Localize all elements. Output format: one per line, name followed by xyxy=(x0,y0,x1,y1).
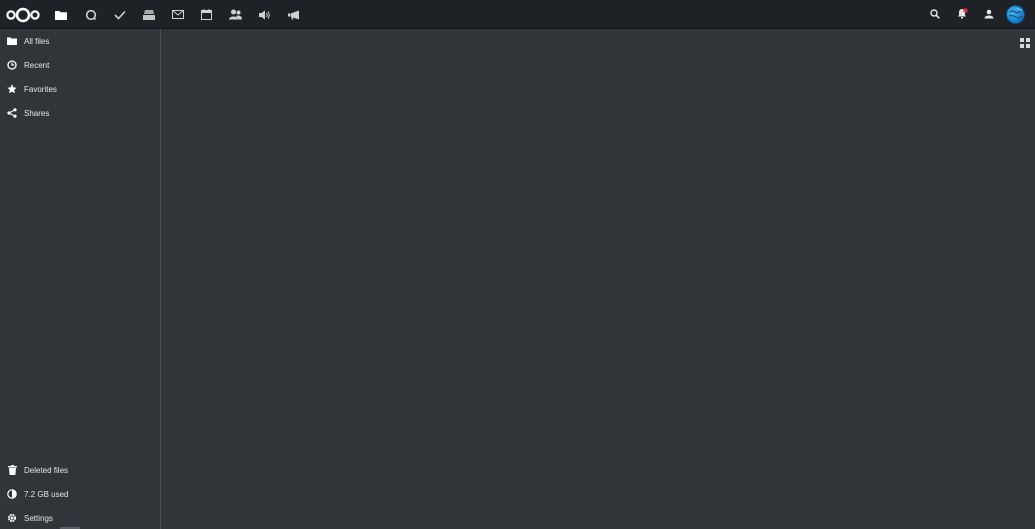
clock-icon xyxy=(6,59,18,71)
app-mail[interactable] xyxy=(163,0,192,29)
sidebar-item-label: Recent xyxy=(24,60,50,70)
sidebar-item-label: All files xyxy=(24,36,50,46)
app-talk[interactable] xyxy=(250,0,279,29)
trash-icon xyxy=(6,464,18,476)
sidebar-item-all-files[interactable]: All files xyxy=(0,30,160,52)
star-icon xyxy=(6,83,18,95)
sidebar-item-label: Favorites xyxy=(24,84,57,94)
grid-icon xyxy=(1020,35,1030,52)
app-tasks[interactable] xyxy=(105,0,134,29)
sidebar-item-shares[interactable]: Shares xyxy=(0,102,160,124)
app-navigation: All files Recent Favorites Shares Delete… xyxy=(0,29,161,529)
contacts-icon xyxy=(229,9,242,20)
search-icon xyxy=(930,6,940,24)
pie-chart-icon xyxy=(6,488,18,500)
activity-icon xyxy=(85,9,97,21)
sidebar-item-settings[interactable]: Settings xyxy=(0,507,160,529)
grid-view-toggle[interactable] xyxy=(1020,35,1030,48)
app-files[interactable] xyxy=(46,0,75,29)
app-contacts[interactable] xyxy=(221,0,250,29)
sidebar-item-recent[interactable]: Recent xyxy=(0,54,160,76)
files-main-content xyxy=(161,29,1035,529)
share-icon xyxy=(6,107,18,119)
app-deck[interactable] xyxy=(134,0,163,29)
stack-icon xyxy=(142,9,155,20)
app-calendar[interactable] xyxy=(192,0,221,29)
mail-icon xyxy=(171,10,184,19)
calendar-icon xyxy=(201,9,212,20)
quota-label: 7.2 GB used xyxy=(24,489,69,499)
notifications-button[interactable] xyxy=(949,0,975,29)
unified-search-button[interactable] xyxy=(922,0,948,29)
app-activity[interactable] xyxy=(76,0,105,29)
user-avatar[interactable] xyxy=(1006,5,1025,24)
contacts-menu-icon xyxy=(984,6,994,24)
contacts-menu-button[interactable] xyxy=(976,0,1002,29)
speaker-icon xyxy=(258,10,271,20)
notifications-icon xyxy=(957,6,968,24)
sidebar-item-label: Shares xyxy=(24,108,50,118)
megaphone-icon xyxy=(287,10,300,20)
quota-usage[interactable]: 7.2 GB used xyxy=(0,483,160,505)
sidebar-item-deleted-files[interactable]: Deleted files xyxy=(0,459,160,481)
sidebar-item-label: Settings xyxy=(24,513,53,523)
checkmark-icon xyxy=(113,10,126,20)
top-header xyxy=(0,0,1035,29)
sidebar-item-favorites[interactable]: Favorites xyxy=(0,78,160,100)
gear-icon xyxy=(6,512,18,524)
folder-icon xyxy=(54,10,67,20)
folder-icon xyxy=(6,35,18,47)
nextcloud-logo[interactable] xyxy=(6,5,40,25)
app-announcements[interactable] xyxy=(279,0,308,29)
sidebar-item-label: Deleted files xyxy=(24,465,69,475)
